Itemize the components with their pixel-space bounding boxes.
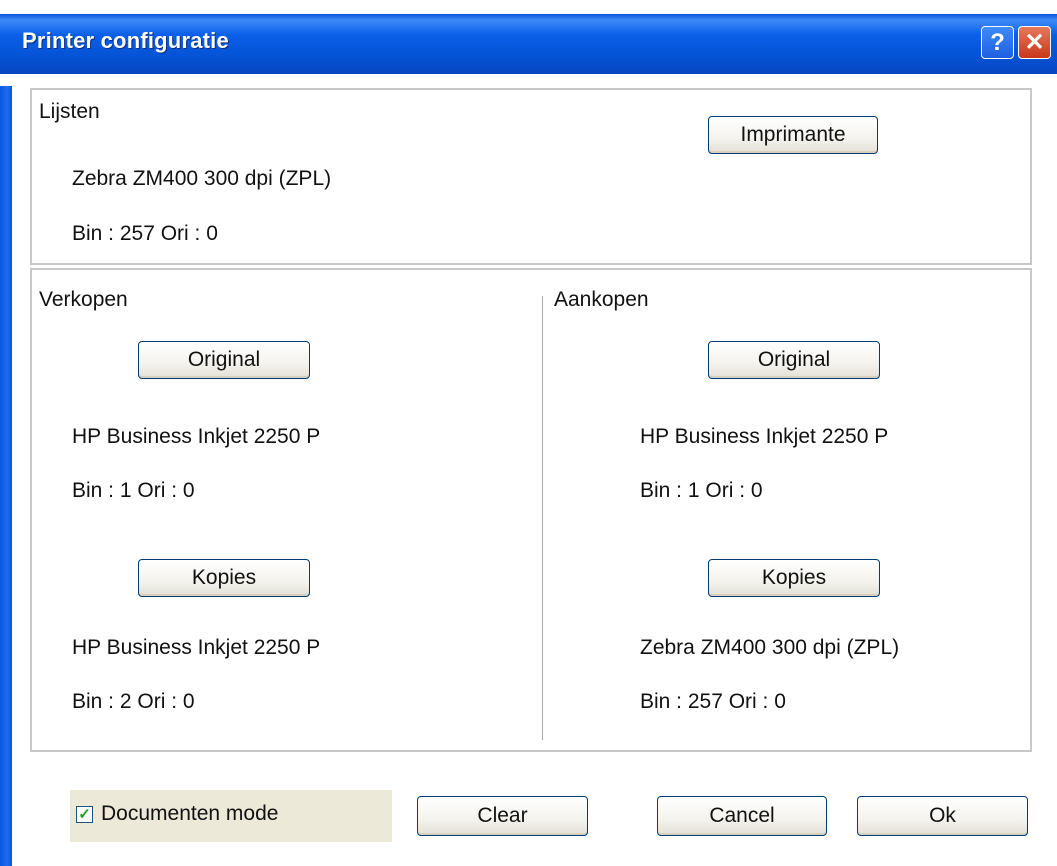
close-icon: ✕ <box>1024 29 1045 56</box>
ok-button[interactable]: Ok <box>857 796 1028 836</box>
aankopen-kopies-printer: Zebra ZM400 300 dpi (ZPL) <box>640 636 900 659</box>
window-border-left <box>0 86 12 866</box>
verkopen-title: Verkopen <box>39 288 128 311</box>
help-icon: ? <box>990 28 1005 56</box>
aankopen-original-printer-field: HP Business Inkjet 2250 P <box>640 425 956 455</box>
aankopen-kopies-button-label: Kopies <box>761 566 827 589</box>
verkopen-kopies-button[interactable]: Kopies <box>138 559 310 597</box>
aankopen-title: Aankopen <box>554 288 649 311</box>
cancel-button-label: Cancel <box>709 804 775 827</box>
lijsten-printer-field: Zebra ZM400 300 dpi (ZPL) <box>72 167 388 197</box>
verkopen-original-button[interactable]: Original <box>138 341 310 379</box>
imprimante-button[interactable]: Imprimante <box>708 116 878 154</box>
aankopen-kopies-bin-ori: Bin : 257 Ori : 0 <box>640 690 786 713</box>
documenten-mode-label[interactable]: Documenten mode <box>101 802 278 826</box>
aankopen-original-button-label: Original <box>757 348 831 371</box>
verkopen-original-printer: HP Business Inkjet 2250 P <box>72 425 321 448</box>
window-title: Printer configuratie <box>22 28 229 53</box>
aankopen-original-printer: HP Business Inkjet 2250 P <box>640 425 889 448</box>
verkopen-original-bin-ori: Bin : 1 Ori : 0 <box>72 479 195 502</box>
aankopen-kopies-button[interactable]: Kopies <box>708 559 880 597</box>
lijsten-title: Lijsten <box>39 100 100 123</box>
cancel-button[interactable]: Cancel <box>657 796 827 836</box>
verkopen-kopies-bin-ori: Bin : 2 Ori : 0 <box>72 690 195 713</box>
documenten-mode-checkbox[interactable]: ✓ <box>76 806 93 823</box>
clear-button[interactable]: Clear <box>417 796 588 836</box>
verkopen-kopies-printer-field: HP Business Inkjet 2250 P <box>72 636 388 666</box>
documenten-mode-checkbox-area[interactable]: ✓ Documenten mode <box>70 790 392 842</box>
close-button[interactable]: ✕ <box>1018 26 1051 59</box>
verkopen-original-printer-field: HP Business Inkjet 2250 P <box>72 425 388 455</box>
aankopen-original-bin-ori: Bin : 1 Ori : 0 <box>640 479 763 502</box>
verkopen-original-button-label: Original <box>187 348 261 371</box>
verkopen-kopies-button-label: Kopies <box>191 566 257 589</box>
checkmark-icon: ✓ <box>78 806 91 823</box>
help-button[interactable]: ? <box>981 26 1014 59</box>
ok-button-label: Ok <box>929 804 956 827</box>
verkopen-kopies-printer: HP Business Inkjet 2250 P <box>72 636 321 659</box>
group-divider <box>542 296 543 740</box>
aankopen-kopies-printer-field: Zebra ZM400 300 dpi (ZPL) <box>640 636 956 666</box>
clear-button-label: Clear <box>477 804 528 827</box>
aankopen-original-button[interactable]: Original <box>708 341 880 379</box>
lijsten-bin-ori: Bin : 257 Ori : 0 <box>72 222 218 245</box>
imprimante-button-label: Imprimante <box>740 123 846 146</box>
title-bar: Printer configuratie ? ✕ <box>0 0 1057 86</box>
lijsten-printer-name: Zebra ZM400 300 dpi (ZPL) <box>72 167 332 190</box>
